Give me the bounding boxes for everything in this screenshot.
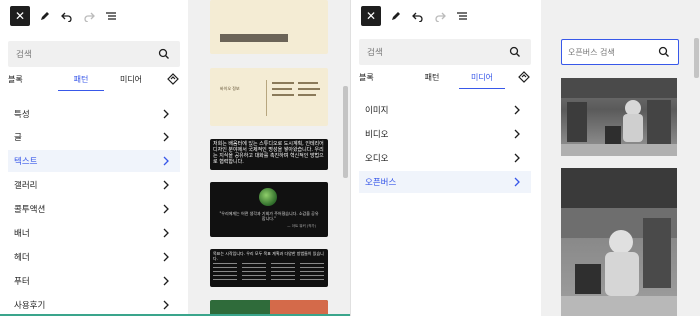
search-input[interactable]: 검색 xyxy=(8,41,180,67)
category-item[interactable]: 갤러리 xyxy=(8,174,180,196)
chevron-right-icon xyxy=(514,177,520,187)
inserter-tabs: 블록 패턴 미디어 xyxy=(8,68,180,91)
pattern-thumbnail[interactable]: 목표는 시작입니다. 우리 모두 목표 계획과 다양한 방법들이 있습니다. xyxy=(210,249,328,287)
media-category-item[interactable]: 오디오 xyxy=(359,147,531,169)
media-category-item[interactable]: 이미지 xyxy=(359,99,531,121)
chevron-right-icon xyxy=(514,153,520,163)
text-line xyxy=(272,88,292,90)
search-icon xyxy=(158,48,169,59)
pattern-text: 목표는 시작입니다. 우리 모두 목표 계획과 다양한 방법들이 있습니다. xyxy=(213,251,324,261)
close-inserter-button[interactable]: ✕ xyxy=(361,5,381,26)
right-panel: ✕ 검색 블록 패턴 미디어 이미지 비디오 오디오 오픈버스 오픈버스 검색 xyxy=(350,0,700,316)
chevron-right-icon xyxy=(163,228,169,238)
chevron-right-icon xyxy=(163,300,169,310)
chevron-right-icon xyxy=(163,109,169,119)
pattern-image xyxy=(220,34,288,42)
left-panel: ✕ 검색 블록 패턴 미디어 특성 글 텍스트 갤러리 콜투액션 배너 헤더 푸… xyxy=(0,0,350,316)
tab-blocks[interactable]: 블록 xyxy=(8,68,38,90)
openverse-results: 오픈버스 검색 xyxy=(541,0,700,316)
category-item-active[interactable]: 텍스트 xyxy=(8,150,180,172)
text-line xyxy=(298,88,320,90)
quote-author: — 아트 워커 (작가) xyxy=(287,224,316,228)
astronaut-photo-icon xyxy=(561,168,677,316)
document-overview-icon[interactable] xyxy=(104,9,118,23)
pattern-preview-column: 바이오 정보 저희는 배움터에 있는 스튜디오로 도시계획, 인테리어 디자인 … xyxy=(188,0,350,316)
undo-icon[interactable] xyxy=(60,9,74,23)
search-icon xyxy=(658,46,669,57)
text-column xyxy=(300,263,324,283)
close-inserter-button[interactable]: ✕ xyxy=(10,5,30,26)
chevron-right-icon xyxy=(514,105,520,115)
category-item[interactable]: 콜투액션 xyxy=(8,198,180,220)
editor-toolbar: ✕ xyxy=(0,0,118,31)
tab-media[interactable]: 미디어 xyxy=(459,66,505,89)
chevron-right-icon xyxy=(163,132,169,142)
tab-blocks[interactable]: 블록 xyxy=(359,66,389,88)
undo-icon[interactable] xyxy=(411,9,425,23)
text-line xyxy=(272,94,294,96)
pattern-thumbnail[interactable]: "우리에게는 어떤 생각과 기회가 주어졌습니다. 소감을 공유합니다." — … xyxy=(210,182,328,237)
chevron-right-icon xyxy=(163,156,169,166)
tab-patterns[interactable]: 패턴 xyxy=(409,66,455,88)
text-column xyxy=(242,263,266,283)
openverse-image[interactable] xyxy=(561,168,677,316)
category-item[interactable]: 헤더 xyxy=(8,246,180,268)
tab-patterns[interactable]: 패턴 xyxy=(58,68,104,91)
media-category-item-active[interactable]: 오픈버스 xyxy=(359,171,531,193)
edit-tool-icon[interactable] xyxy=(389,9,403,23)
close-tab-icon[interactable] xyxy=(167,73,179,85)
chevron-right-icon xyxy=(163,180,169,190)
scrollbar[interactable] xyxy=(694,38,699,78)
text-column xyxy=(271,263,295,283)
category-item[interactable]: 푸터 xyxy=(8,270,180,292)
openverse-search-input[interactable]: 오픈버스 검색 xyxy=(561,39,679,65)
category-item[interactable]: 특성 xyxy=(8,103,180,125)
close-tab-icon[interactable] xyxy=(518,71,530,83)
chevron-right-icon xyxy=(163,276,169,286)
chevron-right-icon xyxy=(163,252,169,262)
divider xyxy=(266,80,267,116)
search-placeholder: 검색 xyxy=(16,50,32,60)
editor-toolbar: ✕ xyxy=(351,0,469,31)
text-line xyxy=(272,82,294,84)
redo-icon[interactable] xyxy=(82,9,96,23)
pattern-text: 저희는 배움터에 있는 스튜디오로 도시계획, 인테리어 디자인 분야에서 국제… xyxy=(213,141,324,165)
category-item[interactable]: 글 xyxy=(8,126,180,148)
redo-icon[interactable] xyxy=(433,9,447,23)
pattern-text: 바이오 정보 xyxy=(220,86,240,91)
text-line xyxy=(298,94,316,96)
inserter-tabs: 블록 패턴 미디어 xyxy=(359,66,531,89)
edit-tool-icon[interactable] xyxy=(38,9,52,23)
pattern-thumbnail[interactable]: 바이오 정보 xyxy=(210,68,328,126)
pattern-thumbnail[interactable] xyxy=(210,0,328,54)
astronaut-photo-icon xyxy=(561,78,677,156)
media-category-item[interactable]: 비디오 xyxy=(359,123,531,145)
search-input[interactable]: 검색 xyxy=(359,39,531,65)
search-icon xyxy=(509,46,520,57)
pattern-thumbnail[interactable]: 저희는 배움터에 있는 스튜디오로 도시계획, 인테리어 디자인 분야에서 국제… xyxy=(210,139,328,170)
search-placeholder: 검색 xyxy=(367,48,383,58)
chevron-right-icon xyxy=(514,129,520,139)
document-overview-icon[interactable] xyxy=(455,9,469,23)
category-item[interactable]: 사용후기 xyxy=(8,294,180,316)
scrollbar[interactable] xyxy=(343,86,348,178)
chevron-right-icon xyxy=(163,204,169,214)
text-line xyxy=(298,82,318,84)
category-item[interactable]: 배너 xyxy=(8,222,180,244)
openverse-search-placeholder: 오픈버스 검색 xyxy=(568,47,615,57)
quote-text: "우리에게는 어떤 생각과 기회가 주어졌습니다. 소감을 공유합니다." xyxy=(219,211,319,221)
tab-media[interactable]: 미디어 xyxy=(108,68,154,90)
openverse-image[interactable] xyxy=(561,78,677,156)
avatar xyxy=(259,188,277,206)
text-column xyxy=(213,263,237,283)
